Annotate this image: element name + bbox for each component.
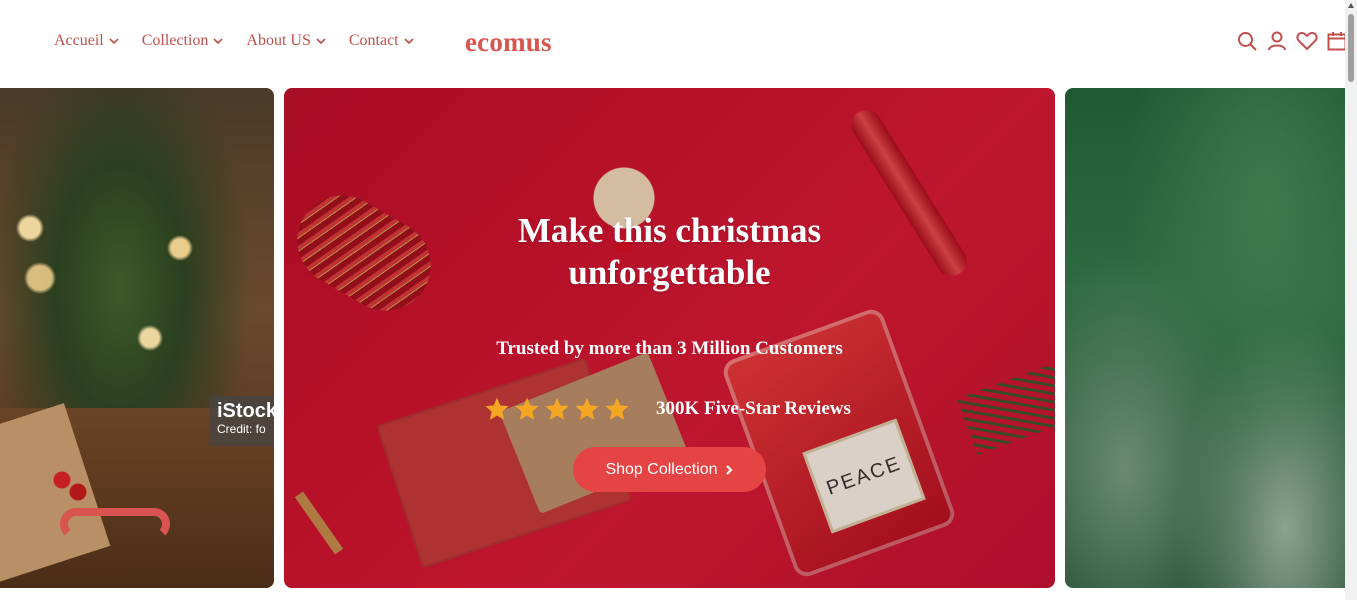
chevron-down-icon	[109, 38, 119, 45]
scroll-up-arrow-icon[interactable]	[1348, 3, 1354, 8]
slide-left-image[interactable]: iStock Credit: fo	[0, 88, 274, 588]
heart-icon[interactable]	[1296, 30, 1318, 52]
nav-accueil[interactable]: Accueil	[54, 32, 120, 50]
shop-collection-button[interactable]: Shop Collection	[573, 447, 766, 492]
nav-about[interactable]: About US	[246, 32, 326, 50]
watermark-credit: Credit: fo	[217, 422, 266, 436]
hero-content: Make this christmas unforgettable Truste…	[284, 88, 1055, 588]
main-nav: Accueil Collection About US Contact	[54, 32, 437, 50]
hero-title: Make this christmas unforgettable	[284, 210, 1055, 294]
hero-title-line1: Make this christmas	[517, 211, 822, 250]
candy-cane	[60, 508, 170, 540]
header-icons	[1236, 30, 1348, 52]
nav-accueil-label: Accueil	[54, 32, 104, 49]
user-icon[interactable]	[1266, 30, 1288, 52]
site-logo[interactable]: ecomus	[465, 27, 552, 58]
star-icon	[515, 397, 539, 420]
star-icon	[605, 397, 629, 420]
nav-collection-label: Collection	[141, 32, 209, 49]
hero-subtitle: Trusted by more than 3 Million Customers	[496, 338, 843, 359]
berries	[50, 468, 90, 508]
search-icon[interactable]	[1236, 30, 1258, 52]
star-icon	[485, 397, 509, 420]
shop-collection-label: Shop Collection	[605, 460, 718, 478]
watermark-brand: iStock	[217, 400, 274, 422]
nav-collection[interactable]: Collection	[142, 32, 225, 50]
star-icon	[575, 397, 599, 420]
chevron-down-icon	[316, 38, 326, 45]
nav-about-label: About US	[246, 32, 311, 49]
istock-watermark: iStock Credit: fo	[209, 396, 274, 446]
hero-title-line2: unforgettable	[568, 253, 771, 292]
chevron-down-icon	[404, 38, 414, 45]
rating-stars	[484, 396, 630, 422]
star-icon	[545, 397, 569, 420]
page-scrollbar[interactable]	[1345, 0, 1357, 600]
reviews-count: 300K Five-Star Reviews	[656, 398, 851, 419]
chevron-right-icon	[725, 464, 733, 475]
scrollbar-thumb[interactable]	[1348, 14, 1354, 82]
slide-right-image[interactable]	[1065, 88, 1345, 588]
nav-contact[interactable]: Contact	[349, 32, 415, 50]
reviews-row: 300K Five-Star Reviews	[484, 396, 851, 422]
chevron-down-icon	[213, 38, 223, 45]
site-header: Accueil Collection About US Contact ecom…	[0, 0, 1348, 88]
nav-contact-label: Contact	[348, 32, 399, 49]
